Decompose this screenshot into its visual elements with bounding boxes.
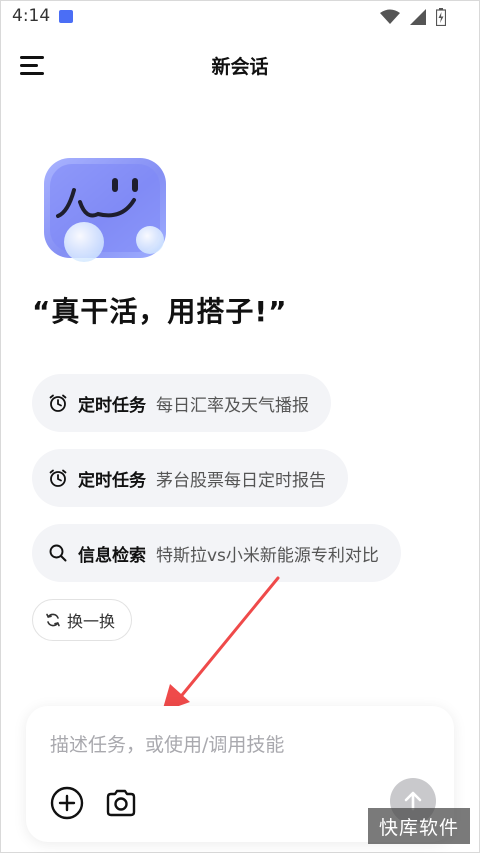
- suggestion-text: 每日汇率及天气播报: [156, 395, 309, 416]
- suggestion-category: 定时任务: [78, 395, 146, 416]
- alarm-clock-icon: [49, 469, 67, 487]
- suggestion-category: 信息检索: [78, 545, 146, 566]
- suggestion-text: 茅台股票每日定时报告: [156, 470, 326, 491]
- slogan-heading: “真干活，用搭子!”: [32, 295, 288, 328]
- status-time: 4:14: [12, 6, 51, 26]
- mascot-icon: [44, 158, 166, 262]
- watermark-label: 快库软件: [368, 808, 470, 844]
- suggestion-text: 特斯拉vs小米新能源专利对比: [156, 545, 379, 566]
- refresh-label: 换一换: [67, 612, 116, 631]
- status-bar: 4:14: [0, 0, 480, 34]
- app-header: 新会话: [0, 40, 480, 90]
- cellular-signal-icon: [410, 9, 426, 25]
- task-input[interactable]: [48, 724, 432, 766]
- page-title: 新会话: [211, 56, 269, 78]
- refresh-icon: [46, 613, 60, 627]
- suggestion-chip[interactable]: 定时任务 每日汇率及天气播报: [32, 374, 331, 432]
- notification-app-icon: [59, 10, 73, 23]
- battery-icon: [436, 8, 446, 26]
- suggestion-chip[interactable]: 信息检索 特斯拉vs小米新能源专利对比: [32, 524, 401, 582]
- plus-circle-icon[interactable]: [50, 786, 84, 820]
- wifi-icon: [380, 9, 400, 24]
- search-icon: [49, 544, 67, 562]
- status-indicators: [380, 8, 446, 26]
- alarm-clock-icon: [49, 394, 67, 412]
- camera-icon[interactable]: [104, 786, 138, 820]
- suggestion-chip[interactable]: 定时任务 茅台股票每日定时报告: [32, 449, 348, 507]
- refresh-suggestions-button[interactable]: 换一换: [32, 599, 133, 641]
- suggestion-category: 定时任务: [78, 470, 146, 491]
